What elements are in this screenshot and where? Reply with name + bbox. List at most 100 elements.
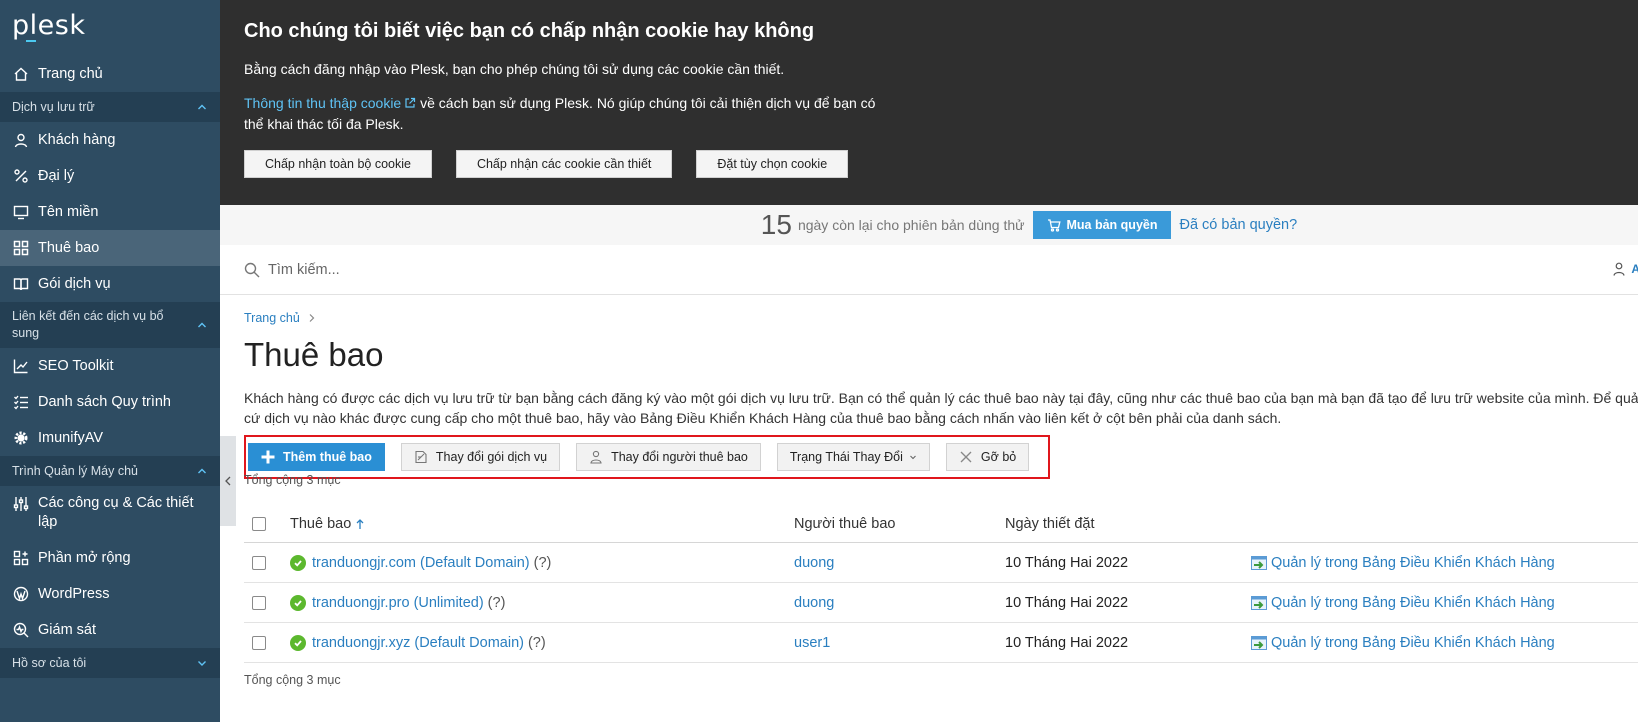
remove-button[interactable]: Gỡ bỏ	[945, 443, 1030, 471]
subscription-link[interactable]: tranduongjr.xyz (Default Domain)	[312, 635, 524, 651]
sidebar-item-imunifyav[interactable]: ImunifyAV	[0, 420, 220, 456]
have-license-link[interactable]: Đã có bản quyền?	[1179, 217, 1297, 233]
search-bar: A	[220, 245, 1638, 295]
chevron-up-icon	[198, 104, 206, 110]
row-checkbox[interactable]	[252, 555, 266, 570]
sidebar-item-label: Đại lý	[38, 168, 75, 184]
accept-all-cookies-button[interactable]: Chấp nhận toàn bộ cookie	[244, 150, 432, 178]
help-hint[interactable]: (?)	[488, 595, 506, 611]
manage-in-panel-link[interactable]: Quản lý trong Bảng Điều Khiển Khách Hàng	[1251, 555, 1555, 571]
toolbar: Thêm thuê bao Thay đổi gói dịch vụ Thay …	[244, 435, 1050, 479]
subscription-link[interactable]: tranduongjr.com (Default Domain)	[312, 555, 530, 571]
sidebar-item-home[interactable]: Trang chủ	[0, 56, 220, 92]
cookie-info: Thông tin thu thập cookie về cách bạn sử…	[244, 93, 884, 135]
manage-in-panel-label: Quản lý trong Bảng Điều Khiển Khách Hàng	[1271, 554, 1555, 571]
external-link-icon	[405, 97, 416, 108]
change-status-dropdown[interactable]: Trạng Thái Thay Đổi	[776, 443, 930, 471]
change-owner-button[interactable]: Thay đổi người thuê bao	[576, 443, 761, 471]
sidebar-item-label: Danh sách Quy trình	[38, 394, 171, 410]
content-panel: Trang chủ Thuê bao Khách hàng có được cá…	[220, 295, 1638, 722]
setup-date: 10 Tháng Hai 2022	[1005, 634, 1129, 651]
sidebar-group-additional-services[interactable]: Liên kết đến các dịch vụ bổ sung	[0, 302, 220, 348]
sidebar-item-seo-toolkit[interactable]: SEO Toolkit	[0, 348, 220, 384]
chevron-down-icon	[198, 661, 206, 666]
wordpress-icon	[12, 585, 30, 603]
sidebar-item-monitoring[interactable]: Giám sát	[0, 612, 220, 648]
account-menu[interactable]: A	[1613, 262, 1638, 276]
sidebar-group-server-management[interactable]: Trình Quản lý Máy chủ	[0, 456, 220, 486]
sidebar-item-extensions[interactable]: Phần mở rộng	[0, 540, 220, 576]
help-hint[interactable]: (?)	[534, 555, 552, 571]
change-plan-icon	[415, 450, 427, 464]
subscription-link[interactable]: tranduongjr.pro (Unlimited)	[312, 595, 484, 611]
sidebar-group-label: Trình Quản lý Máy chủ	[12, 464, 138, 478]
search-input[interactable]	[268, 261, 768, 278]
sidebar-item-label: Thuê bao	[38, 240, 100, 256]
breadcrumb-home-link[interactable]: Trang chủ	[244, 311, 300, 325]
sidebar-item-label: Giám sát	[38, 622, 97, 638]
manage-in-panel-label: Quản lý trong Bảng Điều Khiển Khách Hàng	[1271, 594, 1555, 611]
book-icon	[12, 275, 30, 293]
sidebar-item-service-plans[interactable]: Gói dịch vụ	[0, 266, 220, 302]
sort-ascending-icon	[356, 518, 364, 529]
sidebar-item-customers[interactable]: Khách hàng	[0, 122, 220, 158]
chevron-left-icon	[225, 476, 231, 486]
trial-bar: 15 ngày còn lại cho phiên bản dùng thử M…	[220, 205, 1638, 245]
owner-link[interactable]: user1	[794, 635, 1005, 651]
gear-icon	[12, 429, 30, 447]
sidebar-item-resellers[interactable]: Đại lý	[0, 158, 220, 194]
sidebar-item-process-list[interactable]: Danh sách Quy trình	[0, 384, 220, 420]
change-status-label: Trạng Thái Thay Đổi	[789, 450, 903, 464]
change-plan-label: Thay đổi gói dịch vụ	[435, 450, 548, 464]
manage-in-panel-link[interactable]: Quản lý trong Bảng Điều Khiển Khách Hàng	[1251, 595, 1555, 611]
setup-date: 10 Tháng Hai 2022	[1005, 594, 1129, 611]
sidebar-group-my-profile[interactable]: Hồ sơ của tôi	[0, 648, 220, 678]
cookie-banner: Cho chúng tôi biết việc bạn có chấp nhận…	[220, 0, 1638, 205]
sidebar-item-label: Các công cụ & Các thiết lập	[38, 495, 194, 530]
user-icon	[1613, 262, 1625, 276]
owner-link[interactable]: duong	[794, 555, 1005, 571]
manage-in-panel-link[interactable]: Quản lý trong Bảng Điều Khiển Khách Hàng	[1251, 635, 1555, 651]
sidebar-collapse-handle[interactable]	[220, 436, 236, 526]
row-checkbox[interactable]	[252, 635, 266, 650]
monitoring-icon	[12, 621, 30, 639]
sidebar-item-wordpress[interactable]: WordPress	[0, 576, 220, 612]
grid-icon	[12, 239, 30, 257]
remove-icon	[960, 451, 972, 463]
accept-necessary-cookies-button[interactable]: Chấp nhận các cookie cần thiết	[455, 150, 673, 178]
subscriptions-table: Thuê bao Người thuê bao Ngày thiết đặt t…	[244, 505, 1638, 663]
sidebar: plesk Trang chủ Dịch vụ lưu trữ Khách hà…	[0, 0, 220, 722]
sidebar-item-label: Tên miền	[38, 204, 99, 220]
sidebar-item-subscriptions[interactable]: Thuê bao	[0, 230, 220, 266]
monitor-icon	[12, 203, 30, 221]
account-name: A	[1631, 262, 1638, 276]
sidebar-group-hosting[interactable]: Dịch vụ lưu trữ	[0, 92, 220, 122]
buy-license-button[interactable]: Mua bản quyền	[1032, 211, 1172, 239]
column-header-date[interactable]: Ngày thiết đặt	[1005, 516, 1251, 532]
cookie-info-link[interactable]: Thông tin thu thập cookie	[244, 95, 401, 111]
buy-license-label: Mua bản quyền	[1066, 218, 1158, 232]
sidebar-item-domains[interactable]: Tên miền	[0, 194, 220, 230]
cookie-title: Cho chúng tôi biết việc bạn có chấp nhận…	[244, 20, 815, 42]
plesk-logo[interactable]: plesk	[0, 0, 220, 56]
add-subscription-button[interactable]: Thêm thuê bao	[248, 443, 385, 471]
subscription-cell: tranduongjr.pro (Unlimited) (?)	[290, 594, 794, 611]
customer-panel-icon	[1251, 635, 1267, 650]
change-plan-button[interactable]: Thay đổi gói dịch vụ	[400, 443, 561, 471]
column-header-owner[interactable]: Người thuê bao	[794, 516, 1005, 532]
column-header-subscription[interactable]: Thuê bao	[290, 516, 794, 532]
logo-text: plesk	[12, 10, 86, 41]
help-hint[interactable]: (?)	[528, 635, 546, 651]
row-checkbox[interactable]	[252, 595, 266, 610]
page-title: Thuê bao	[244, 336, 384, 373]
sidebar-item-label: SEO Toolkit	[38, 358, 114, 374]
owner-link[interactable]: duong	[794, 595, 1005, 611]
chevron-up-icon	[198, 468, 206, 474]
cookie-preferences-button[interactable]: Đặt tùy chọn cookie	[696, 150, 849, 178]
sidebar-group-label: Liên kết đến các dịch vụ bổ sung	[12, 309, 164, 340]
sidebar-item-tools-settings[interactable]: Các công cụ & Các thiết lập	[0, 486, 220, 540]
table-row: tranduongjr.pro (Unlimited) (?) duong 10…	[244, 583, 1638, 623]
select-all-checkbox[interactable]	[252, 516, 266, 531]
trial-days-text: ngày còn lại cho phiên bản dùng thử	[797, 217, 1025, 233]
total-count-top: Tổng cộng 3 mục	[244, 473, 341, 487]
